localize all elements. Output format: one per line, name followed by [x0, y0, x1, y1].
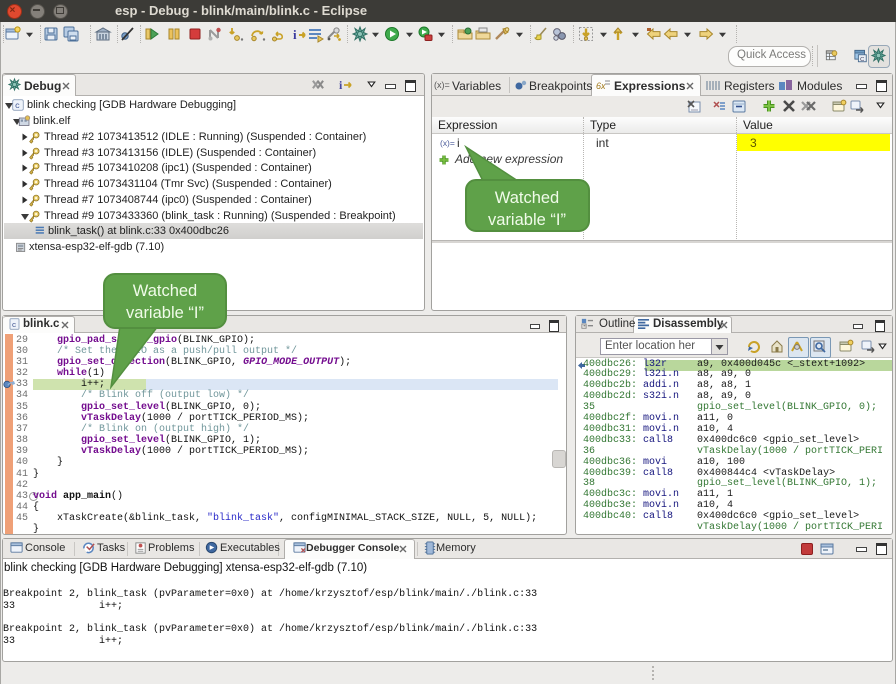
- svg-text:Watched: Watched: [133, 282, 198, 300]
- svg-text:variable “I”: variable “I”: [488, 211, 566, 229]
- svg-text:variable “I”: variable “I”: [126, 304, 204, 322]
- svg-text:Watched: Watched: [495, 189, 560, 207]
